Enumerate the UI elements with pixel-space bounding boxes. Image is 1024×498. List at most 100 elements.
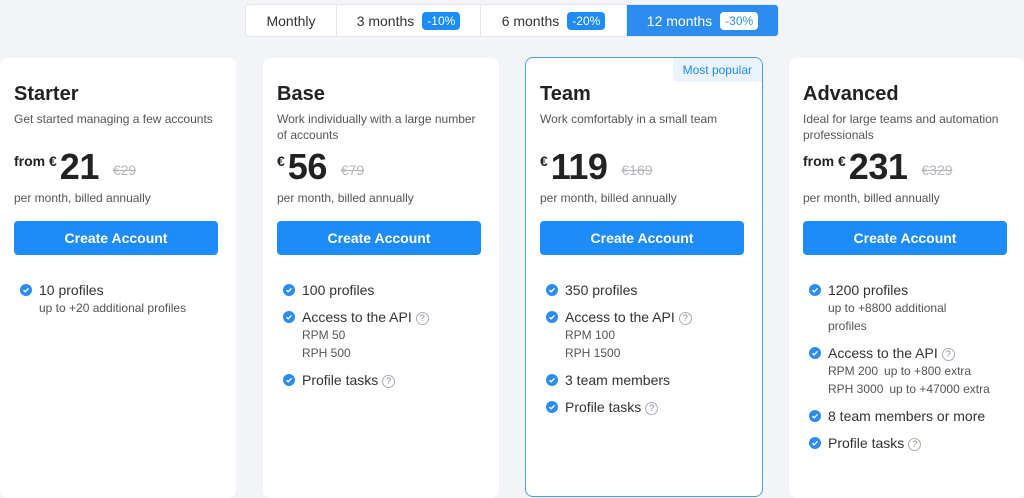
feature-label: Access to the API xyxy=(302,309,412,325)
plan-description: Work individually with a large number of… xyxy=(277,112,476,142)
tab-label: 12 months xyxy=(646,12,713,29)
feature-sub: RPM 200 xyxy=(828,364,879,378)
feature-sub: up to +20 additional profiles xyxy=(39,301,187,315)
feature-api: Access to the API? RPM 100 RPH 1500 xyxy=(546,308,746,362)
feature-label: Profile tasks xyxy=(302,372,379,388)
tab-monthly[interactable]: Monthly xyxy=(246,5,337,36)
feature-list: 350 profiles Access to the API? RPM 100 … xyxy=(546,281,746,416)
feature-label: Profile tasks xyxy=(828,435,905,451)
feature-members: 8 team members or more xyxy=(809,407,1009,425)
check-icon xyxy=(809,284,821,296)
feature-label: 350 profiles xyxy=(565,282,638,298)
feature-profiles: 1200 profiles up to +8800 additional pro… xyxy=(809,281,1009,335)
feature-profiles: 10 profiles up to +20 additional profile… xyxy=(20,281,220,317)
help-icon[interactable]: ? xyxy=(382,375,396,388)
feature-sub: RPM 50 xyxy=(302,328,346,342)
check-icon xyxy=(283,311,295,323)
price-value: 56 xyxy=(287,146,328,187)
plan-card-starter: Starter Get started managing a few accou… xyxy=(0,58,236,498)
tab-12-months[interactable]: 12 months -30% xyxy=(627,5,778,36)
old-price: €329 xyxy=(921,162,953,178)
price-value: 21 xyxy=(59,146,100,187)
feature-label: Access to the API xyxy=(828,345,938,361)
check-icon xyxy=(809,410,821,422)
billing-note: per month, billed annually xyxy=(540,191,677,205)
tab-3-months[interactable]: 3 months -10% xyxy=(337,5,481,36)
check-icon xyxy=(546,374,558,386)
help-icon[interactable]: ? xyxy=(678,312,692,325)
feature-label: Access to the API xyxy=(565,309,675,325)
feature-profiles: 350 profiles xyxy=(546,281,746,299)
feature-list: 1200 profiles up to +8800 additional pro… xyxy=(809,281,1009,452)
check-icon xyxy=(283,284,295,296)
check-icon xyxy=(546,401,558,413)
old-price: €169 xyxy=(621,162,653,178)
create-account-button[interactable]: Create Account xyxy=(803,221,1007,255)
price-row: from € 231 €329 xyxy=(803,149,1009,187)
feature-label: 8 team members or more xyxy=(828,408,986,424)
create-account-button[interactable]: Create Account xyxy=(277,221,481,255)
discount-badge: -20% xyxy=(567,11,606,30)
check-icon xyxy=(20,284,32,296)
feature-tasks: Profile tasks? xyxy=(283,371,483,389)
billing-period-switcher: Monthly 3 months -10% 6 months -20% 12 m… xyxy=(245,4,779,37)
billing-note: per month, billed annually xyxy=(14,191,151,205)
check-icon xyxy=(809,437,821,449)
tab-label: Monthly xyxy=(266,12,316,29)
feature-tasks: Profile tasks? xyxy=(546,398,746,416)
feature-api: Access to the API? RPM 50 RPH 500 xyxy=(283,308,483,362)
create-account-button[interactable]: Create Account xyxy=(14,221,218,255)
feature-members: 3 team members xyxy=(546,371,746,389)
most-popular-badge: Most popular xyxy=(672,58,762,82)
price-prefix: € xyxy=(540,153,548,169)
discount-badge: -10% xyxy=(422,11,461,30)
price-row: € 56 €79 xyxy=(277,149,483,187)
tab-label: 6 months xyxy=(501,12,560,29)
plan-name: Team xyxy=(540,83,591,105)
feature-api: Access to the API? RPM 200 up to +800 ext… xyxy=(809,344,1009,398)
price-prefix: € xyxy=(277,153,285,169)
plan-description: Get started managing a few accounts xyxy=(14,112,213,126)
feature-label: 1200 profiles xyxy=(828,282,909,298)
help-icon[interactable]: ? xyxy=(908,438,922,451)
price-value: 231 xyxy=(848,146,908,187)
plan-description: Work comfortably in a small team xyxy=(540,112,718,126)
check-icon xyxy=(546,284,558,296)
discount-badge: -30% xyxy=(720,11,759,30)
check-icon xyxy=(546,311,558,323)
price-row: from € 21 €29 xyxy=(14,149,220,187)
create-account-button[interactable]: Create Account xyxy=(540,221,744,255)
plan-card-advanced: Advanced Ideal for large teams and autom… xyxy=(789,58,1024,498)
check-icon xyxy=(809,347,821,359)
feature-label: Profile tasks xyxy=(565,399,642,415)
price-row: € 119 €169 xyxy=(540,149,746,187)
plan-name: Base xyxy=(277,83,325,105)
feature-label: 10 profiles xyxy=(39,282,104,298)
plan-name: Advanced xyxy=(803,83,899,105)
feature-list: 10 profiles up to +20 additional profile… xyxy=(20,281,220,317)
feature-sub: RPH 3000 xyxy=(828,382,884,396)
feature-sub: up to +8800 additional profiles xyxy=(828,301,947,333)
feature-extra: up to +47000 extra xyxy=(889,382,990,396)
check-icon xyxy=(283,374,295,386)
feature-tasks: Profile tasks? xyxy=(809,434,1009,452)
plan-description: Ideal for large teams and automation pro… xyxy=(803,112,999,142)
feature-sub: RPM 100 xyxy=(565,328,616,342)
feature-list: 100 profiles Access to the API? RPM 50 R… xyxy=(283,281,483,389)
feature-sub: RPH 500 xyxy=(302,346,351,360)
feature-label: 3 team members xyxy=(565,372,671,388)
billing-note: per month, billed annually xyxy=(803,191,940,205)
feature-extra: up to +800 extra xyxy=(884,364,972,378)
help-icon[interactable]: ? xyxy=(415,312,429,325)
plan-card-base: Base Work individually with a large numb… xyxy=(263,58,499,498)
price-prefix: from € xyxy=(14,153,57,169)
tab-6-months[interactable]: 6 months -20% xyxy=(481,5,627,36)
old-price: €79 xyxy=(340,162,365,178)
plan-name: Starter xyxy=(14,83,79,105)
billing-note: per month, billed annually xyxy=(277,191,414,205)
help-icon[interactable]: ? xyxy=(645,402,659,415)
old-price: €29 xyxy=(112,162,137,178)
plan-card-team: Most popular Team Work comfortably in a … xyxy=(525,57,763,497)
feature-label: 100 profiles xyxy=(302,282,375,298)
help-icon[interactable]: ? xyxy=(941,348,955,361)
